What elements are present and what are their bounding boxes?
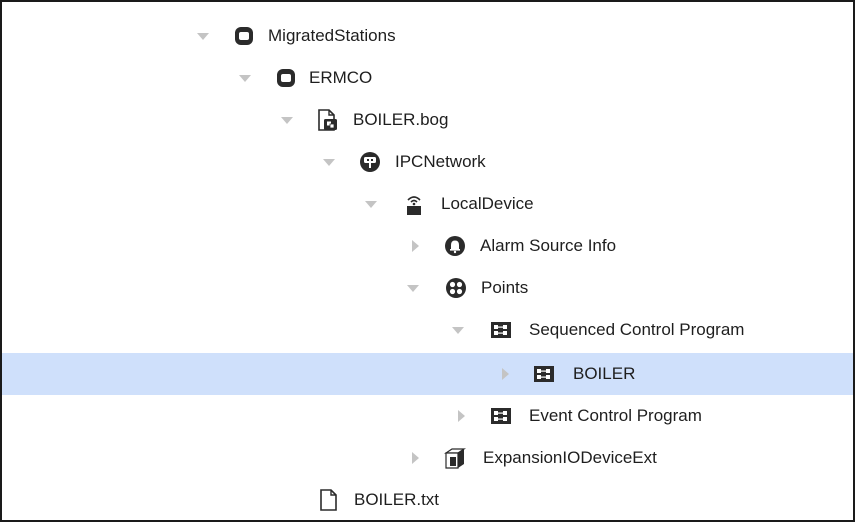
station-folder-icon (277, 69, 295, 87)
tree-node-label: ExpansionIODeviceExt (483, 448, 657, 467)
expand-arrow-icon[interactable] (239, 72, 251, 84)
points-icon (446, 278, 466, 298)
nav-tree: MigratedStations ERMCO BOILER.bog IPCNet… (0, 0, 855, 522)
tree-node-label: Sequenced Control Program (529, 320, 745, 339)
tree-node-migratedstations[interactable]: MigratedStations (2, 15, 853, 57)
tree-node-boiler-txt[interactable]: BOILER.txt (2, 479, 853, 520)
program-icon (491, 322, 511, 338)
program-icon (534, 366, 554, 382)
expand-arrow-icon[interactable] (323, 156, 335, 168)
collapse-arrow-icon[interactable] (409, 452, 421, 464)
tree-node-label: Alarm Source Info (480, 236, 617, 255)
tree-node-label: BOILER.txt (354, 490, 440, 509)
tree-node-boiler-bog[interactable]: BOILER.bog (2, 99, 853, 141)
device-icon (407, 196, 421, 215)
extension-icon (444, 448, 466, 469)
tree-node-localdevice[interactable]: LocalDevice (2, 183, 853, 225)
tree-node-label: Points (481, 278, 529, 297)
tree-node-label: BOILER.bog (353, 110, 449, 129)
expand-arrow-icon[interactable] (407, 282, 419, 294)
tree-node-alarm-source-info[interactable]: Alarm Source Info (2, 225, 853, 267)
tree-node-label: Event Control Program (529, 406, 702, 425)
tree-node-sequenced-control-program[interactable]: Sequenced Control Program (2, 309, 853, 351)
network-icon (360, 152, 380, 172)
alarm-icon (445, 236, 465, 256)
expand-arrow-icon[interactable] (197, 30, 209, 42)
collapse-arrow-icon[interactable] (409, 240, 421, 252)
expand-arrow-icon[interactable] (452, 324, 464, 336)
program-icon (491, 408, 511, 424)
tree-node-boiler[interactable]: BOILER (2, 353, 853, 395)
collapse-arrow-icon[interactable] (455, 410, 467, 422)
tree-node-points[interactable]: Points (2, 267, 853, 309)
tree-node-ipcnetwork[interactable]: IPCNetwork (2, 141, 853, 183)
collapse-arrow-icon[interactable] (499, 368, 511, 380)
expand-arrow-icon[interactable] (365, 198, 377, 210)
tree-node-label: MigratedStations (268, 26, 396, 45)
tree-node-event-control-program[interactable]: Event Control Program (2, 395, 853, 437)
tree-node-label: LocalDevice (441, 194, 534, 213)
tree-node-label: ERMCO (309, 68, 373, 87)
station-folder-icon (235, 27, 253, 45)
tree-node-label: IPCNetwork (395, 152, 486, 171)
tree-node-label: BOILER (573, 364, 636, 383)
bog-file-icon (318, 109, 337, 131)
expand-arrow-icon[interactable] (281, 114, 293, 126)
tree-node-ermco[interactable]: ERMCO (2, 57, 853, 99)
tree-node-expansioniodeviceext[interactable]: ExpansionIODeviceExt (2, 437, 853, 479)
text-file-icon (320, 489, 337, 511)
